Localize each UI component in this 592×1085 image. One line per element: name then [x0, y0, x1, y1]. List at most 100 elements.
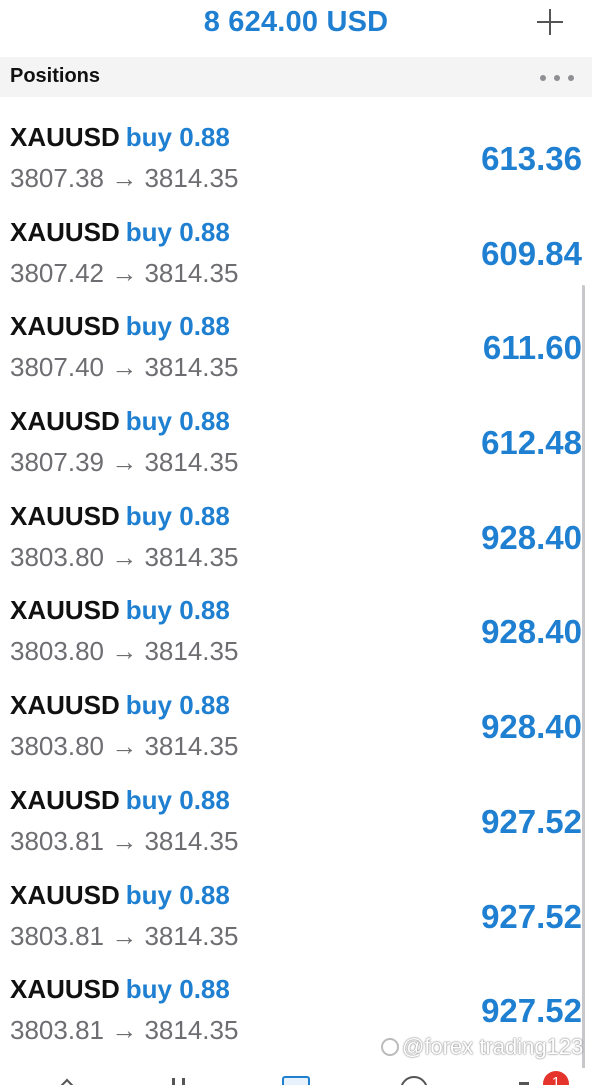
- profit-value: 927.52: [481, 992, 582, 1030]
- positions-header: Positions: [0, 57, 592, 97]
- current-price: 3814.35: [144, 636, 239, 667]
- price-line: 3803.80 → 3814.35: [10, 731, 238, 762]
- position-row[interactable]: XAUUSD buy 0.88 3803.80 → 3814.35 928.40: [0, 476, 592, 573]
- price-line: 3807.40 → 3814.35: [10, 352, 238, 383]
- tab-bar: [0, 1068, 592, 1085]
- open-price: 3803.80: [10, 541, 104, 572]
- profit-value: 609.84: [481, 234, 582, 272]
- symbol: XAUUSD: [10, 216, 120, 247]
- current-price: 3814.35: [144, 163, 239, 193]
- history-icon[interactable]: [400, 1076, 428, 1085]
- profit-value: 613.36: [481, 140, 582, 177]
- symbol: XAUUSD: [10, 690, 120, 721]
- symbol: XAUUSD: [10, 122, 120, 152]
- open-price: 3807.38: [10, 163, 104, 193]
- open-price: 3803.81: [10, 1015, 104, 1046]
- trade-side-volume: buy 0.88: [125, 974, 230, 1005]
- more-horizontal-icon[interactable]: [540, 75, 574, 81]
- trade-side-volume: buy 0.88: [125, 122, 230, 152]
- scrollbar[interactable]: [582, 285, 585, 1075]
- section-title: Positions: [10, 65, 101, 87]
- position-symbol-line: XAUUSD buy 0.88: [10, 501, 230, 532]
- position-row[interactable]: XAUUSD buy 0.88 3803.80 → 3814.35 928.40: [0, 665, 592, 762]
- symbol: XAUUSD: [10, 500, 120, 531]
- trade-icon[interactable]: [282, 1076, 310, 1085]
- position-row[interactable]: XAUUSD buy 0.88 3803.81 → 3814.35 927.52: [0, 760, 592, 857]
- price-line: 3807.38 → 3814.35: [10, 163, 238, 194]
- position-row[interactable]: XAUUSD buy 0.88 3807.40 → 3814.35 611.60: [0, 286, 592, 383]
- watermark: @forex trading123: [402, 1034, 584, 1059]
- profit-value: 927.52: [481, 897, 582, 935]
- position-row[interactable]: XAUUSD buy 0.88 3803.81 → 3814.35 927.52: [0, 855, 592, 951]
- arrow-right-icon: →: [111, 163, 138, 193]
- profit-value: 611.60: [482, 329, 582, 367]
- trade-side-volume: buy 0.88: [125, 879, 230, 910]
- current-price: 3814.35: [144, 257, 239, 288]
- position-symbol-line: XAUUSD buy 0.88: [10, 406, 230, 437]
- price-line: 3807.39 → 3814.35: [10, 447, 238, 478]
- symbol: XAUUSD: [10, 784, 120, 815]
- open-price: 3803.80: [10, 636, 104, 667]
- arrow-right-icon: →: [111, 825, 138, 856]
- current-price: 3814.35: [144, 541, 239, 572]
- trade-side-volume: buy 0.88: [125, 311, 230, 342]
- chart-icon[interactable]: [166, 1076, 194, 1085]
- arrow-right-icon: →: [111, 920, 138, 951]
- positions-list: XAUUSD buy 0.88 3807.38 → 3814.35 613.36 XAU…: [0, 97, 592, 1046]
- price-line: 3807.42 → 3814.35: [10, 258, 238, 289]
- profit-value: 612.48: [481, 424, 582, 462]
- position-symbol-line: XAUUSD buy 0.88: [10, 785, 230, 816]
- position-symbol-line: XAUUSD buy 0.88: [10, 974, 230, 1005]
- price-line: 3803.80 → 3814.35: [10, 542, 238, 573]
- trade-side-volume: buy 0.88: [125, 690, 230, 721]
- arrow-right-icon: →: [111, 541, 138, 572]
- arrow-right-icon: →: [111, 1015, 138, 1046]
- messages-icon[interactable]: [515, 1076, 543, 1085]
- profit-value: 928.40: [481, 518, 582, 556]
- arrow-right-icon: →: [111, 352, 138, 383]
- price-line: 3803.81 → 3814.35: [10, 1015, 238, 1046]
- open-price: 3807.42: [10, 257, 104, 288]
- open-price: 3803.81: [10, 825, 104, 856]
- position-symbol-line: XAUUSD buy 0.88: [10, 311, 230, 342]
- profit-value: 927.52: [481, 802, 582, 840]
- current-price: 3814.35: [144, 825, 239, 856]
- account-balance: 8 624.00 USD: [203, 6, 389, 38]
- current-price: 3814.35: [144, 352, 239, 383]
- symbol: XAUUSD: [10, 406, 120, 437]
- current-price: 3814.35: [144, 447, 239, 478]
- plus-icon[interactable]: [534, 6, 566, 38]
- arrow-right-icon: →: [111, 447, 138, 478]
- position-symbol-line: XAUUSD buy 0.88: [10, 880, 230, 911]
- symbol: XAUUSD: [10, 595, 120, 626]
- arrow-right-icon: →: [111, 636, 138, 667]
- open-price: 3807.39: [10, 447, 104, 478]
- trade-side-volume: buy 0.88: [125, 784, 230, 815]
- position-row[interactable]: XAUUSD buy 0.88 3803.81 → 3814.35 927.52: [0, 949, 592, 1046]
- position-row[interactable]: XAUUSD buy 0.88 3807.42 → 3814.35 609.84: [0, 192, 592, 289]
- symbol: XAUUSD: [10, 311, 120, 342]
- symbol: XAUUSD: [10, 879, 120, 910]
- position-row[interactable]: XAUUSD buy 0.88 3803.80 → 3814.35 928.40: [0, 570, 592, 667]
- current-price: 3814.35: [144, 731, 239, 762]
- trade-side-volume: buy 0.88: [125, 595, 230, 626]
- top-bar: 8 624.00 USD: [0, 0, 592, 56]
- symbol: XAUUSD: [10, 974, 120, 1005]
- arrow-right-icon: →: [111, 257, 138, 288]
- position-symbol-line: XAUUSD buy 0.88: [10, 595, 230, 626]
- trade-side-volume: buy 0.88: [125, 406, 230, 437]
- quotes-icon[interactable]: [53, 1076, 81, 1085]
- current-price: 3814.35: [144, 920, 239, 951]
- current-price: 3814.35: [144, 1015, 239, 1046]
- position-symbol-line: XAUUSD buy 0.88: [10, 122, 230, 153]
- watermark-icon: [381, 1038, 399, 1056]
- position-symbol-line: XAUUSD buy 0.88: [10, 690, 230, 721]
- price-line: 3803.81 → 3814.35: [10, 826, 238, 857]
- trade-side-volume: buy 0.88: [125, 216, 230, 247]
- position-row[interactable]: XAUUSD buy 0.88 3807.39 → 3814.35 612.48: [0, 381, 592, 478]
- position-symbol-line: XAUUSD buy 0.88: [10, 217, 230, 248]
- position-row[interactable]: XAUUSD buy 0.88 3807.38 → 3814.35 613.36: [0, 97, 592, 194]
- trade-side-volume: buy 0.88: [125, 500, 230, 531]
- open-price: 3803.81: [10, 920, 104, 951]
- price-line: 3803.80 → 3814.35: [10, 636, 238, 667]
